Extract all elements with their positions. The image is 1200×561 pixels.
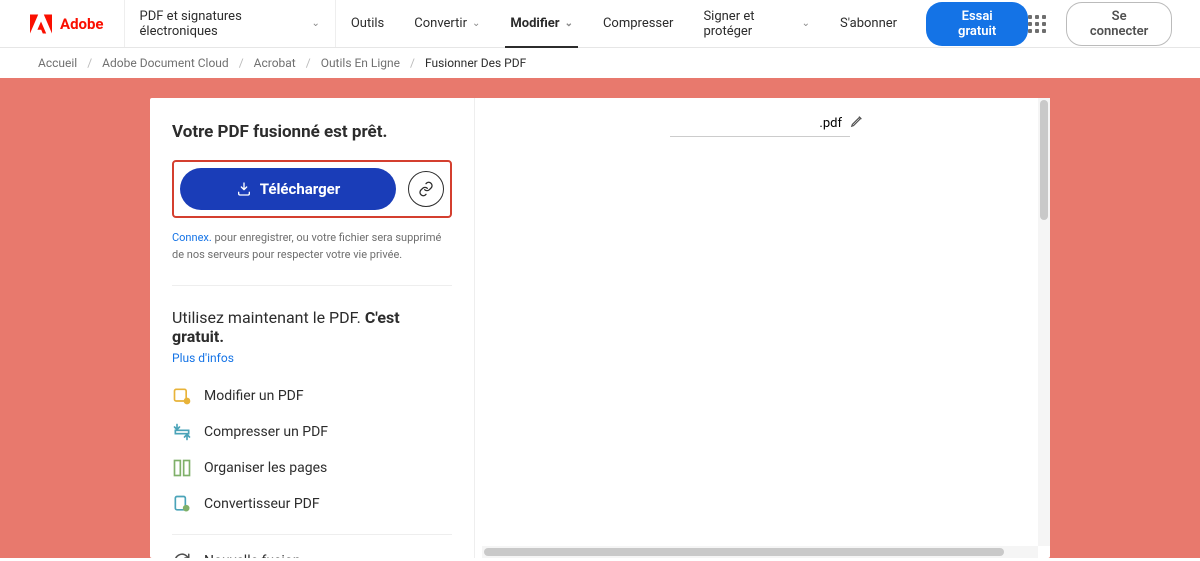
brand-name: Adobe — [60, 15, 104, 33]
apps-grid-icon[interactable] — [1028, 15, 1046, 33]
tool-compress-pdf[interactable]: Compresser un PDF — [172, 422, 452, 442]
tool-label: Organiser les pages — [204, 460, 327, 476]
nav-item-outils[interactable]: Outils — [336, 0, 399, 47]
chevron-down-icon: ⌄ — [802, 18, 810, 29]
pencil-icon[interactable] — [850, 114, 864, 132]
chevron-down-icon: ⌄ — [565, 18, 573, 29]
breadcrumb-current: Fusionner Des PDF — [425, 56, 526, 70]
compress-pdf-icon — [172, 422, 192, 442]
download-icon — [236, 181, 252, 197]
new-merge-button[interactable]: Nouvelle fusion — [172, 551, 452, 558]
nav-item-pdf-signatures[interactable]: PDF et signatures électroniques⌄ — [125, 0, 336, 47]
login-link[interactable]: Connex. — [172, 231, 212, 244]
edit-pdf-icon — [172, 386, 192, 406]
panel-heading: Votre PDF fusionné est prêt. — [172, 122, 452, 142]
convert-pdf-icon — [172, 494, 192, 514]
tool-list: Modifier un PDF Compresser un PDF Organi… — [172, 386, 452, 514]
horizontal-scrollbar[interactable] — [482, 546, 1038, 558]
chevron-down-icon: ⌄ — [311, 18, 319, 29]
result-canvas: Votre PDF fusionné est prêt. Télécharger — [150, 98, 1050, 558]
vertical-scrollbar[interactable] — [1038, 98, 1050, 546]
chevron-down-icon: ⌄ — [472, 18, 480, 29]
share-link-button[interactable] — [408, 171, 444, 207]
organize-pages-icon — [172, 458, 192, 478]
more-info-link[interactable]: Plus d'infos — [172, 351, 234, 365]
tool-organize-pages[interactable]: Organiser les pages — [172, 458, 452, 478]
filename-field[interactable] — [670, 110, 850, 137]
breadcrumb-item[interactable]: Accueil — [38, 56, 77, 70]
preview-panel — [475, 98, 1050, 558]
left-panel: Votre PDF fusionné est prêt. Télécharger — [150, 98, 475, 558]
tool-edit-pdf[interactable]: Modifier un PDF — [172, 386, 452, 406]
stage-background: Votre PDF fusionné est prêt. Télécharger — [0, 78, 1200, 558]
breadcrumb-item[interactable]: Adobe Document Cloud — [102, 56, 229, 70]
breadcrumb-item[interactable]: Outils En Ligne — [321, 56, 400, 70]
trial-button[interactable]: Essai gratuit — [926, 2, 1028, 46]
new-merge-label: Nouvelle fusion — [204, 553, 300, 558]
sub-heading: Utilisez maintenant le PDF. C'est gratui… — [172, 308, 452, 346]
link-icon — [418, 181, 434, 197]
nav-item-signer[interactable]: Signer et protéger⌄ — [688, 0, 825, 47]
breadcrumb: Accueil/ Adobe Document Cloud/ Acrobat/ … — [0, 48, 1200, 78]
tool-label: Modifier un PDF — [204, 388, 304, 404]
nav-item-sabonner[interactable]: S'abonner — [825, 0, 912, 47]
adobe-logo-icon — [30, 13, 52, 35]
download-button[interactable]: Télécharger — [180, 168, 396, 210]
nav-menu: PDF et signatures électroniques⌄ Outils … — [125, 0, 913, 47]
top-nav: Adobe PDF et signatures électroniques⌄ O… — [0, 0, 1200, 48]
breadcrumb-item[interactable]: Acrobat — [254, 56, 296, 70]
signin-button[interactable]: Se connecter — [1066, 2, 1172, 46]
refresh-icon — [172, 551, 192, 558]
nav-item-compresser[interactable]: Compresser — [588, 0, 688, 47]
divider — [172, 285, 452, 286]
download-row: Télécharger — [172, 160, 452, 218]
divider — [172, 534, 452, 535]
tool-convert-pdf[interactable]: Convertisseur PDF — [172, 494, 452, 514]
nav-item-convertir[interactable]: Convertir⌄ — [399, 0, 495, 47]
tool-label: Convertisseur PDF — [204, 496, 320, 512]
scrollbar-thumb[interactable] — [484, 548, 1004, 556]
filename-input[interactable] — [676, 116, 842, 131]
privacy-hint: Connex. pour enregistrer, ou votre fichi… — [172, 230, 452, 263]
nav-item-modifier[interactable]: Modifier⌄ — [495, 0, 588, 47]
brand-logo[interactable]: Adobe — [0, 0, 125, 47]
tool-label: Compresser un PDF — [204, 424, 328, 440]
scrollbar-thumb[interactable] — [1040, 100, 1048, 220]
